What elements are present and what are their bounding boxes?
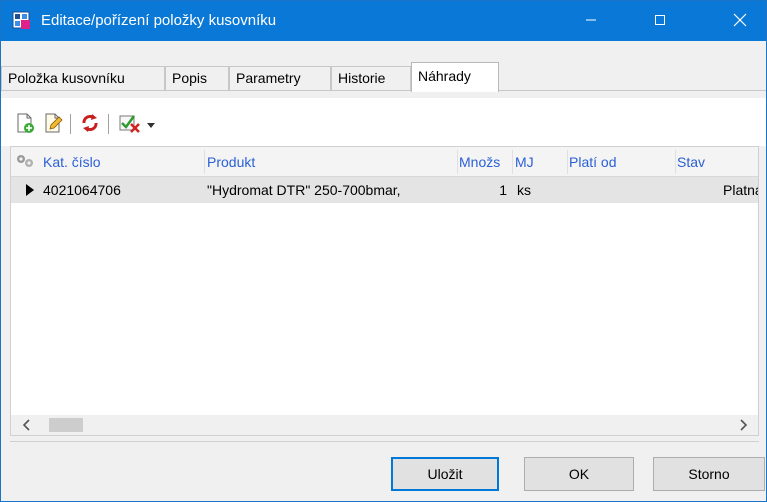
column-header-plati-od[interactable]: Platí od <box>569 154 669 170</box>
window-title: Editace/pořízení položky kusovníku <box>41 12 277 29</box>
tab-parametry[interactable]: Parametry <box>229 66 331 90</box>
cell-produkt: "Hydromat DTR" 250-700bmar, <box>207 182 401 198</box>
tab-label: Náhrady <box>418 68 471 84</box>
cancel-button-label: Storno <box>688 466 730 482</box>
tab-nahrady[interactable]: Náhrady <box>411 62 499 92</box>
save-button-label: Uložit <box>427 466 463 482</box>
minimize-button[interactable] <box>568 1 614 41</box>
column-divider[interactable] <box>675 150 676 174</box>
edit-record-icon <box>42 112 64 137</box>
cell-stav: Platná <box>723 182 758 198</box>
replacements-grid[interactable]: Kat. číslo Produkt Množs MJ Platí od Sta… <box>10 146 759 436</box>
column-settings-icon[interactable] <box>15 153 35 172</box>
new-record-button[interactable] <box>13 112 37 136</box>
maximize-icon <box>654 13 666 29</box>
tab-label: Historie <box>338 70 386 86</box>
save-button[interactable]: Uložit <box>391 457 499 491</box>
cancel-button[interactable]: Storno <box>653 457 765 491</box>
ok-button-label: OK <box>568 466 590 482</box>
column-header-mnozstvi[interactable]: Množs <box>459 154 511 170</box>
minimize-icon <box>585 13 597 29</box>
maximize-button[interactable] <box>637 1 683 41</box>
new-record-icon <box>14 112 36 137</box>
tab-divider <box>1 90 766 91</box>
refresh-button[interactable] <box>78 112 102 136</box>
toolbar-separator <box>70 114 71 134</box>
close-icon <box>733 13 747 30</box>
column-divider[interactable] <box>457 150 458 174</box>
row-indicator-icon <box>25 183 35 200</box>
ok-button[interactable]: OK <box>524 457 634 491</box>
actions-dropdown-button[interactable] <box>144 112 158 136</box>
tab-strip: Položka kusovníku Popis Parametry Histor… <box>1 41 766 97</box>
grid-header: Kat. číslo Produkt Množs MJ Platí od Sta… <box>11 147 758 177</box>
dropdown-arrow-icon <box>146 116 156 132</box>
column-divider[interactable] <box>204 150 205 174</box>
column-divider[interactable] <box>567 150 568 174</box>
cell-mnozstvi: 1 <box>499 182 507 198</box>
scroll-thumb[interactable] <box>49 418 83 432</box>
column-header-produkt[interactable]: Produkt <box>207 154 457 170</box>
tab-historie[interactable]: Historie <box>331 66 411 90</box>
app-icon <box>12 11 32 31</box>
tab-popis[interactable]: Popis <box>165 66 229 90</box>
refresh-icon <box>79 112 101 137</box>
toolbar-separator <box>108 114 109 134</box>
dialog-window: Editace/pořízení položky kusovníku Polož… <box>0 0 767 502</box>
title-bar[interactable]: Editace/pořízení položky kusovníku <box>1 1 766 41</box>
column-header-stav[interactable]: Stav <box>677 154 757 170</box>
tab-label: Popis <box>172 70 208 86</box>
tab-label: Parametry <box>236 70 301 86</box>
cell-kat-cislo: 4021064706 <box>43 182 121 198</box>
column-header-kat-cislo[interactable]: Kat. číslo <box>43 154 203 170</box>
close-button[interactable] <box>717 1 763 41</box>
actions-button[interactable] <box>116 112 144 136</box>
scroll-left-icon[interactable] <box>21 418 31 435</box>
actions-icon <box>118 112 142 137</box>
column-header-mj[interactable]: MJ <box>515 154 565 170</box>
footer-divider <box>10 441 759 442</box>
edit-record-button[interactable] <box>41 112 65 136</box>
toolbar <box>1 98 766 146</box>
cell-mj: ks <box>517 182 531 198</box>
scroll-right-icon[interactable] <box>739 418 749 435</box>
tab-label: Položka kusovníku <box>8 70 125 86</box>
table-row[interactable]: 4021064706 "Hydromat DTR" 250-700bmar, 1… <box>11 177 758 203</box>
tab-polozka-kusovniku[interactable]: Položka kusovníku <box>1 66 165 90</box>
column-divider[interactable] <box>512 150 513 174</box>
horizontal-scrollbar[interactable] <box>11 415 758 435</box>
